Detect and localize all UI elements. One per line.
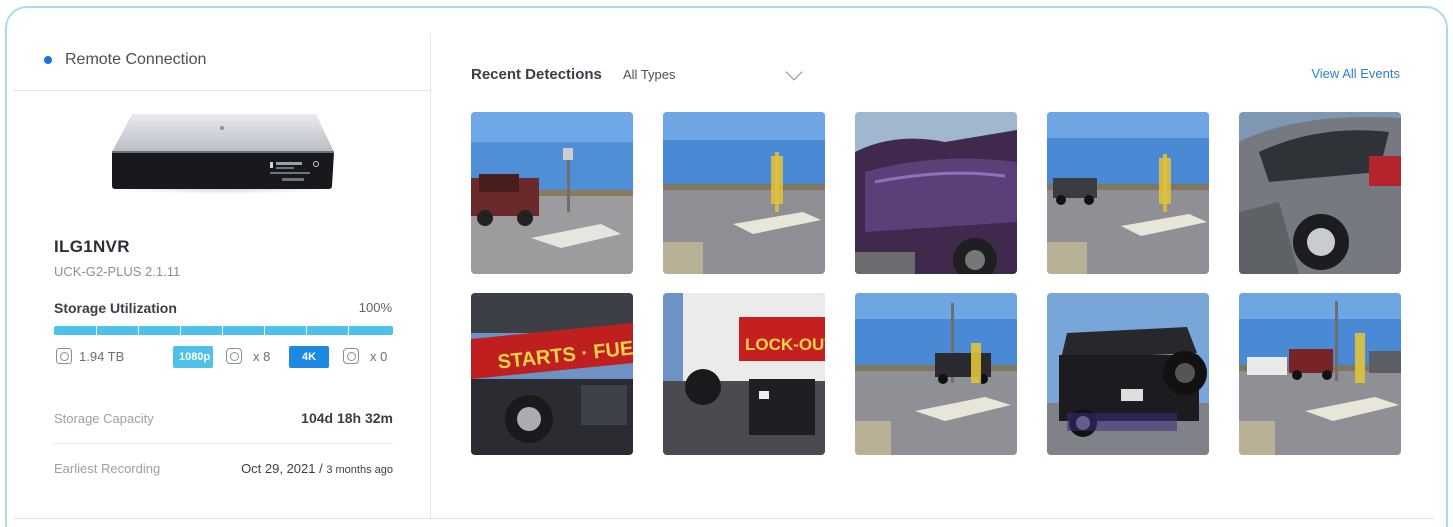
storage-capacity-value: 104d 18h 32m xyxy=(301,410,393,426)
disk-size: 1.94 TB xyxy=(79,349,125,364)
detection-type-select[interactable]: All Types xyxy=(623,67,676,82)
bar-tick xyxy=(180,326,181,335)
device-model: UCK-G2-PLUS 2.1.11 xyxy=(54,264,181,279)
device-name: ILG1NVR xyxy=(54,237,130,256)
remote-connection-row[interactable]: Remote Connection xyxy=(14,34,431,91)
storage-utilization-percent: 100% xyxy=(358,300,392,315)
storage-capacity-label: Storage Capacity xyxy=(54,411,154,426)
bar-tick xyxy=(264,326,265,335)
earliest-recording-row: Earliest Recording Oct 29, 2021 / 3 mont… xyxy=(54,454,393,504)
earliest-recording-value: Oct 29, 2021 / 3 months ago xyxy=(241,461,393,476)
camera-icon xyxy=(343,348,359,364)
camera-count-4k: x 0 xyxy=(370,349,388,364)
detection-thumbnail[interactable]: LOCK-OUTS xyxy=(663,293,825,455)
earliest-recording-ago: 3 months ago xyxy=(326,464,393,476)
bar-tick xyxy=(348,326,349,335)
bar-tick xyxy=(138,326,139,335)
earliest-recording-date: Oct 29, 2021 / xyxy=(241,461,327,476)
storage-capacity-row: Storage Capacity 104d 18h 32m xyxy=(54,404,393,454)
status-dot-icon xyxy=(44,56,52,64)
detection-thumbnail[interactable] xyxy=(663,112,825,274)
detection-thumbnail[interactable] xyxy=(1047,112,1209,274)
detection-thumbnail[interactable]: STARTS · FUE xyxy=(471,293,633,455)
view-all-events-link[interactable]: View All Events xyxy=(1311,66,1400,81)
bar-tick xyxy=(222,326,223,335)
bar-tick xyxy=(306,326,307,335)
storage-utilization-fill xyxy=(54,326,393,335)
chevron-down-icon[interactable] xyxy=(785,63,803,81)
earliest-recording-label: Earliest Recording xyxy=(54,461,161,476)
camera-count-1080p: x 8 xyxy=(253,349,271,364)
detection-thumbnail[interactable] xyxy=(855,112,1017,274)
camera-icon xyxy=(226,348,242,364)
device-panel: Remote Connection ILG1NVR UCK-G2-PLUS 2.… xyxy=(14,34,431,519)
detection-thumbnail[interactable] xyxy=(1239,293,1401,455)
bar-tick xyxy=(96,326,97,335)
remote-connection-label: Remote Connection xyxy=(65,51,207,68)
divider xyxy=(54,443,393,444)
detection-thumbnail[interactable] xyxy=(471,112,633,274)
storage-stats-row: 1.94 TB 1080p x 8 4K x 0 xyxy=(54,346,393,370)
recent-detections-panel: Recent Detections All Types View All Eve… xyxy=(432,34,1432,519)
panel-bottom-border xyxy=(14,518,1434,519)
detection-thumbnail[interactable] xyxy=(1239,112,1401,274)
resolution-4k-badge: 4K xyxy=(289,346,329,368)
storage-utilization-bar xyxy=(54,326,393,335)
hard-disk-icon xyxy=(56,348,72,364)
nvr-device-image xyxy=(111,114,335,194)
truck-sign-text: LOCK-OUTS xyxy=(745,335,825,354)
recent-detections-title: Recent Detections xyxy=(471,66,602,83)
detection-thumbnail[interactable] xyxy=(855,293,1017,455)
storage-utilization-label: Storage Utilization xyxy=(54,300,177,316)
resolution-1080p-badge: 1080p xyxy=(173,346,213,368)
detection-thumbnail[interactable] xyxy=(1047,293,1209,455)
